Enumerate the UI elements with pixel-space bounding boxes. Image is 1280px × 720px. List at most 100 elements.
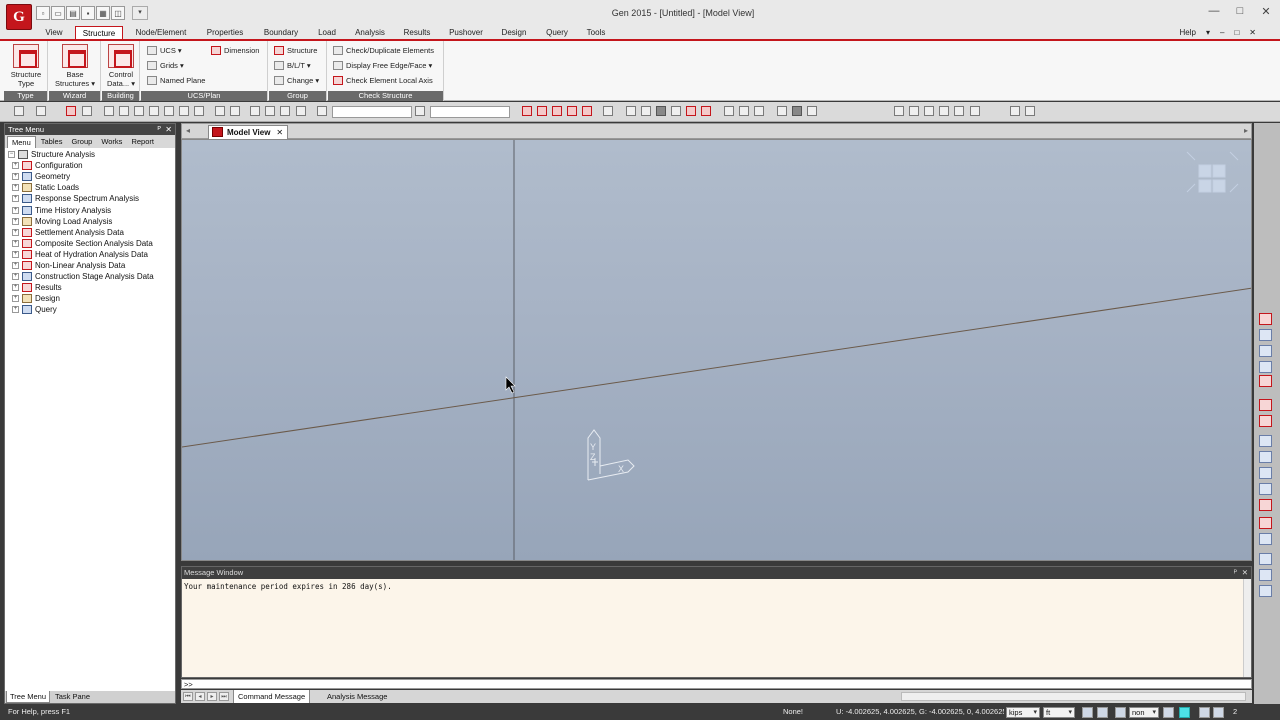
- activate-icon[interactable]: [250, 106, 260, 116]
- close-button[interactable]: ✕: [1260, 5, 1272, 18]
- node-number-icon[interactable]: [724, 106, 734, 116]
- expand-icon[interactable]: +: [12, 261, 19, 269]
- control-data-button[interactable]: Control Data... ▾: [102, 44, 140, 88]
- tab-tools[interactable]: Tools: [581, 26, 611, 39]
- tree-item-configuration[interactable]: + Configuration: [8, 160, 175, 171]
- selection-dropdown-1[interactable]: [332, 106, 412, 118]
- import-icon[interactable]: ▤: [66, 6, 80, 20]
- tree-tab-report[interactable]: Report: [127, 136, 158, 148]
- select-volume-icon[interactable]: [179, 106, 189, 116]
- expand-icon[interactable]: +: [12, 206, 19, 214]
- tree-item-geometry[interactable]: + Geometry: [8, 171, 175, 182]
- tab-scroll-right-icon[interactable]: ▸: [1244, 126, 1248, 135]
- view-iso-icon[interactable]: [567, 106, 577, 116]
- tab-model-view[interactable]: Model View ✕: [208, 125, 289, 139]
- structure-type-button[interactable]: Structure Type: [6, 44, 46, 88]
- base-structures-button[interactable]: Base Structures ▾: [53, 44, 97, 88]
- next-tab-icon[interactable]: ▸: [207, 692, 217, 701]
- close-icon[interactable]: ✕: [1242, 567, 1248, 579]
- new-file-icon[interactable]: ▫: [36, 6, 50, 20]
- local-axis-button[interactable]: Check Element Local Axis: [333, 74, 433, 87]
- expand-icon[interactable]: +: [12, 295, 19, 303]
- lock-icon[interactable]: [807, 106, 817, 116]
- view-top-icon[interactable]: [537, 106, 547, 116]
- view-iso-icon[interactable]: [1259, 435, 1272, 447]
- expand-icon[interactable]: +: [12, 162, 19, 170]
- help-button[interactable]: Help: [1180, 26, 1196, 39]
- zoom-window-icon[interactable]: [1259, 313, 1272, 325]
- select-icon[interactable]: [104, 106, 114, 116]
- tree-item-time-history[interactable]: + Time History Analysis: [8, 204, 175, 215]
- snap-icon[interactable]: [1082, 707, 1093, 718]
- view-side-icon[interactable]: [552, 106, 562, 116]
- view-right-icon[interactable]: [1259, 499, 1272, 511]
- length-unit-select[interactable]: ft: [1043, 707, 1075, 718]
- open-folder-icon[interactable]: ▭: [51, 6, 65, 20]
- maximize-button[interactable]: □: [1234, 5, 1246, 18]
- zoom-fit-icon[interactable]: [1259, 329, 1272, 341]
- tab-results[interactable]: Results: [397, 26, 437, 39]
- select-by-id-icon[interactable]: [317, 106, 327, 116]
- first-tab-icon[interactable]: ⏮: [183, 692, 193, 701]
- color-swatch-icon[interactable]: [1179, 707, 1190, 718]
- tab-analysis[interactable]: Analysis: [349, 26, 391, 39]
- display-frame-icon[interactable]: [754, 106, 764, 116]
- expand-icon[interactable]: +: [12, 306, 19, 314]
- tree-item-construction-stage[interactable]: + Construction Stage Analysis Data: [8, 271, 175, 282]
- display-icon[interactable]: [671, 106, 681, 116]
- tab-analysis-message[interactable]: Analysis Message: [323, 690, 391, 703]
- tab-view[interactable]: View: [40, 26, 68, 39]
- model-view-canvas[interactable]: Y Z X: [181, 139, 1252, 561]
- expand-icon[interactable]: +: [12, 250, 19, 258]
- quick-access-dropdown-icon[interactable]: ▾: [132, 6, 148, 20]
- command-input[interactable]: >>: [181, 679, 1252, 689]
- view-front-icon[interactable]: [522, 106, 532, 116]
- tile-icon-1[interactable]: [1010, 106, 1020, 116]
- message-scrollbar[interactable]: [1243, 579, 1251, 677]
- tree-item-moving-load[interactable]: + Moving Load Analysis: [8, 216, 175, 227]
- view-back-icon[interactable]: [1259, 533, 1272, 545]
- move-icon[interactable]: [1259, 585, 1272, 597]
- free-edge-button[interactable]: Display Free Edge/Face ▾: [333, 59, 432, 72]
- expand-icon[interactable]: +: [12, 284, 19, 292]
- tree-tab-group[interactable]: Group: [67, 136, 96, 148]
- save-icon[interactable]: ▪: [81, 6, 95, 20]
- activate-all-icon[interactable]: [280, 106, 290, 116]
- horizontal-scrollbar[interactable]: [901, 692, 1246, 701]
- tree-item-results[interactable]: + Results: [8, 282, 175, 293]
- help-icon[interactable]: [1163, 707, 1174, 718]
- tree-tab-works[interactable]: Works: [97, 136, 126, 148]
- pan-icon[interactable]: [1259, 399, 1272, 411]
- tree-item-composite-section[interactable]: + Composite Section Analysis Data: [8, 238, 175, 249]
- minimize-button[interactable]: —: [1208, 5, 1220, 18]
- group-structure-button[interactable]: Structure: [274, 44, 317, 57]
- grid-view-icon-1[interactable]: [894, 106, 904, 116]
- perspective-icon[interactable]: [641, 106, 651, 116]
- grid-view-icon-3[interactable]: [924, 106, 934, 116]
- undo-icon[interactable]: [14, 106, 24, 116]
- tree-tab-menu[interactable]: Menu: [7, 136, 36, 148]
- unselect-icon[interactable]: [215, 106, 225, 116]
- select-window-icon[interactable]: [119, 106, 129, 116]
- select-intersect-icon[interactable]: [149, 106, 159, 116]
- tree-tab-tables[interactable]: Tables: [37, 136, 67, 148]
- view-front-icon[interactable]: [1259, 517, 1272, 529]
- tree-item-static-loads[interactable]: + Static Loads: [8, 182, 175, 193]
- snap-node-icon[interactable]: [66, 106, 76, 116]
- collapse-icon[interactable]: −: [8, 151, 15, 159]
- expand-icon[interactable]: +: [12, 173, 19, 181]
- pan-hand-icon[interactable]: [1259, 569, 1272, 581]
- tab-pushover[interactable]: Pushover: [444, 26, 488, 39]
- check-duplicate-button[interactable]: Check/Duplicate Elements: [333, 44, 434, 57]
- print-preview-icon[interactable]: ◫: [111, 6, 125, 20]
- view-left-icon[interactable]: [1259, 483, 1272, 495]
- play-icon[interactable]: [1115, 707, 1126, 718]
- tab-node-element[interactable]: Node/Element: [130, 26, 192, 39]
- shading-icon[interactable]: [701, 106, 711, 116]
- view-angle-icon[interactable]: [582, 106, 592, 116]
- render-icon[interactable]: [686, 106, 696, 116]
- filter-icon[interactable]: [415, 106, 425, 116]
- close-icon[interactable]: ✕: [165, 124, 172, 135]
- grid-view-icon-5[interactable]: [954, 106, 964, 116]
- change-button[interactable]: Change ▾: [274, 74, 319, 87]
